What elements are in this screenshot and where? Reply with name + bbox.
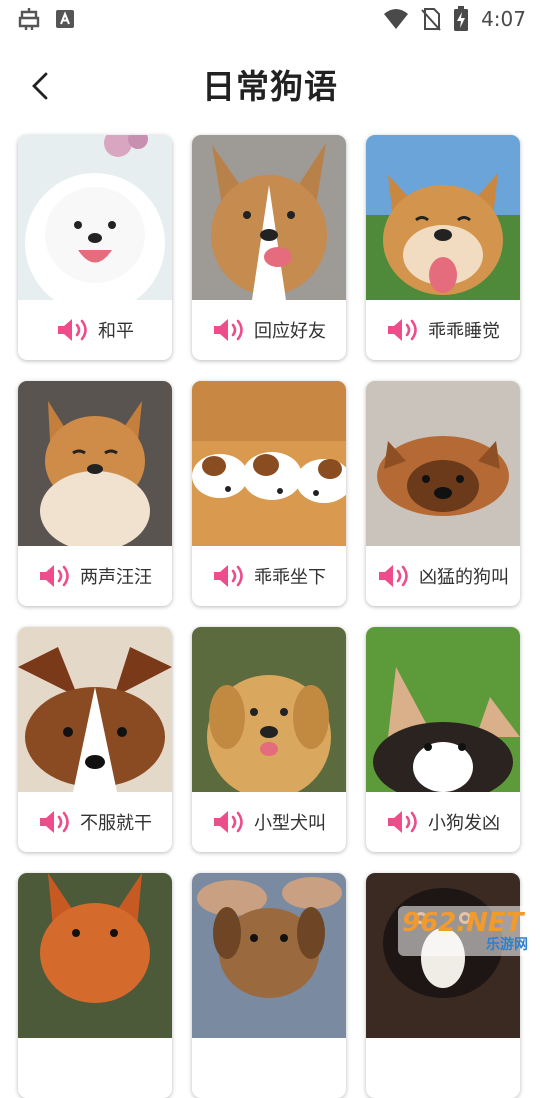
clock-time: 4:07 <box>481 7 526 31</box>
dog-photo <box>18 627 172 792</box>
sound-card[interactable]: 不服就干 <box>18 627 172 852</box>
card-label-row: 回应好友 <box>192 300 346 360</box>
sound-card[interactable]: 小型犬叫 <box>192 627 346 852</box>
bug-icon <box>16 6 42 32</box>
card-label-row <box>192 1038 346 1098</box>
status-bar: 4:07 <box>0 0 540 38</box>
speaker-icon <box>212 809 246 835</box>
sound-card[interactable]: 小狗发凶 <box>366 627 520 852</box>
card-label-row: 乖乖坐下 <box>192 546 346 606</box>
speaker-icon <box>212 563 246 589</box>
card-label: 回应好友 <box>254 317 326 343</box>
no-sim-icon <box>421 7 441 31</box>
sound-card[interactable] <box>18 873 172 1098</box>
speaker-icon <box>38 563 72 589</box>
card-label: 小型犬叫 <box>254 809 326 835</box>
card-label: 两声汪汪 <box>80 563 152 589</box>
sound-card[interactable]: 两声汪汪 <box>18 381 172 606</box>
card-label: 和平 <box>98 317 134 343</box>
dog-photo <box>366 627 520 792</box>
watermark-site-name: 乐游网 <box>486 934 528 954</box>
sound-card[interactable]: 回应好友 <box>192 135 346 360</box>
sound-card[interactable] <box>192 873 346 1098</box>
dog-photo <box>366 135 520 300</box>
dog-photo <box>192 381 346 546</box>
dog-photo <box>366 381 520 546</box>
card-label-row <box>18 1038 172 1098</box>
sound-card[interactable]: 和平 <box>18 135 172 360</box>
speaker-icon <box>56 317 90 343</box>
dog-photo <box>192 627 346 792</box>
dog-photo <box>18 135 172 300</box>
card-label-row: 小型犬叫 <box>192 792 346 852</box>
speaker-icon <box>38 809 72 835</box>
card-label-row: 凶猛的狗叫 <box>366 546 520 606</box>
text-a-icon <box>56 10 74 28</box>
card-label-row <box>366 1038 520 1098</box>
dog-photo <box>192 135 346 300</box>
sound-card[interactable]: 乖乖睡觉 <box>366 135 520 360</box>
battery-charging-icon <box>453 6 469 32</box>
speaker-icon <box>386 317 420 343</box>
card-label: 小狗发凶 <box>428 809 500 835</box>
dog-photo <box>18 381 172 546</box>
speaker-icon <box>386 809 420 835</box>
card-label: 乖乖坐下 <box>254 563 326 589</box>
site-watermark: 962.NET 乐游网 <box>398 906 534 956</box>
dog-photo <box>192 873 346 1038</box>
card-label-row: 乖乖睡觉 <box>366 300 520 360</box>
sound-card[interactable]: 凶猛的狗叫 <box>366 381 520 606</box>
speaker-icon <box>377 563 411 589</box>
wifi-icon <box>383 8 409 30</box>
card-label-row: 不服就干 <box>18 792 172 852</box>
card-label-row: 和平 <box>18 300 172 360</box>
card-label-row: 两声汪汪 <box>18 546 172 606</box>
speaker-icon <box>212 317 246 343</box>
dog-photo <box>18 873 172 1038</box>
card-label-row: 小狗发凶 <box>366 792 520 852</box>
card-label: 乖乖睡觉 <box>428 317 500 343</box>
card-label: 凶猛的狗叫 <box>419 563 509 589</box>
card-label: 不服就干 <box>80 809 152 835</box>
sound-card[interactable]: 乖乖坐下 <box>192 381 346 606</box>
page-title: 日常狗语 <box>0 60 540 108</box>
app-header: 日常狗语 <box>0 38 540 130</box>
